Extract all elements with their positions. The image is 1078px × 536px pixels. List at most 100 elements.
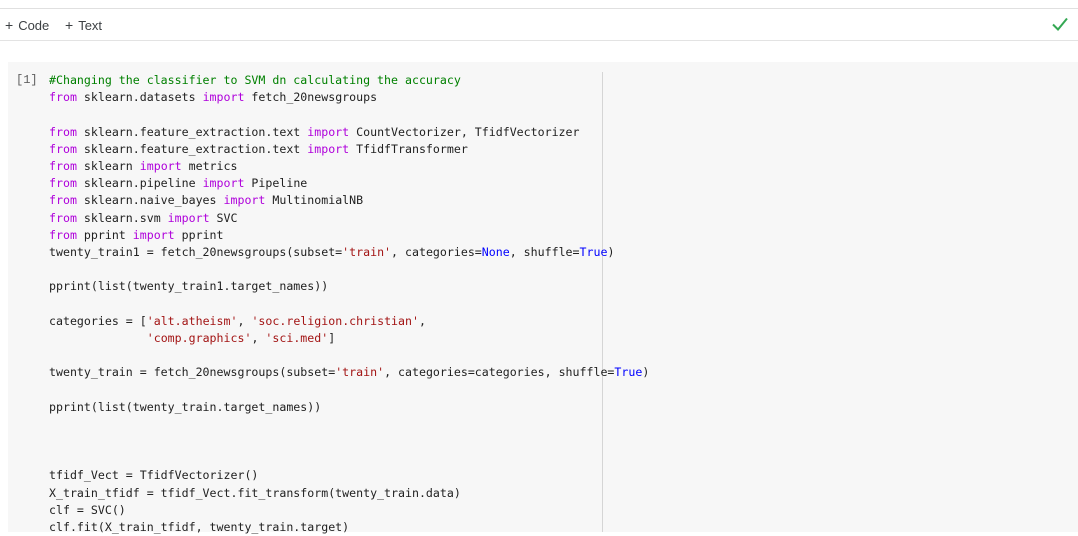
code-keyword: import: [223, 193, 266, 208]
code-keyword: from: [49, 176, 77, 191]
add-code-button[interactable]: + Code: [5, 15, 49, 35]
code-token: , categories=: [391, 244, 482, 259]
code-string: 'alt.atheism': [146, 313, 238, 328]
code-line: from pprint import pprint: [49, 227, 649, 244]
code-keyword: import: [202, 90, 245, 105]
code-token: MultinomialNB: [265, 193, 364, 208]
top-strip: [0, 0, 1078, 9]
code-token: tfidf_Vect = TfidfVectorizer(): [49, 468, 259, 483]
code-cell[interactable]: [1] #Changing the classifier to SVM dn c…: [8, 62, 1078, 534]
code-keyword: import: [132, 227, 175, 242]
code-line: from sklearn import metrics: [49, 158, 649, 175]
code-line: from sklearn.svm import SVC: [49, 210, 649, 227]
code-token: pprint(list(twenty_train1.target_names)): [49, 279, 329, 294]
code-string: 'train': [335, 365, 385, 380]
code-token: X_train_tfidf = tfidf_Vect.fit_transform…: [49, 485, 461, 500]
code-line: twenty_train1 = fetch_20newsgroups(subse…: [49, 244, 649, 261]
code-line: X_train_tfidf = tfidf_Vect.fit_transform…: [49, 485, 649, 502]
code-builtin: None: [481, 244, 510, 259]
code-token: pprint: [174, 227, 224, 242]
code-keyword: import: [307, 141, 350, 156]
code-token: fetch_20newsgroups: [244, 90, 378, 105]
code-keyword: import: [307, 124, 350, 139]
code-line: from sklearn.pipeline import Pipeline: [49, 175, 649, 192]
add-code-label: Code: [18, 17, 50, 33]
code-token: Pipeline: [244, 176, 308, 191]
code-token: ]: [328, 330, 336, 345]
code-line: clf = SVC(): [49, 502, 649, 519]
plus-icon: +: [5, 17, 14, 33]
code-token: ): [642, 365, 650, 380]
code-line: categories = ['alt.atheism', 'soc.religi…: [49, 313, 649, 330]
code-keyword: from: [49, 227, 77, 242]
code-token: clf.fit(X_train_tfidf, twenty_train.targ…: [49, 519, 350, 534]
code-line: pprint(list(twenty_train1.target_names)): [49, 278, 649, 295]
code-line: pprint(list(twenty_train.target_names)): [49, 399, 649, 416]
code-token: sklearn.feature_extraction.text: [76, 124, 308, 139]
code-line: from sklearn.naive_bayes import Multinom…: [49, 192, 649, 209]
code-editor[interactable]: #Changing the classifier to SVM dn calcu…: [49, 72, 649, 536]
code-token: categories = [: [49, 313, 147, 328]
add-text-button[interactable]: + Text: [65, 15, 102, 35]
code-keyword: from: [49, 210, 77, 225]
code-token: sklearn.pipeline: [76, 176, 203, 191]
code-token: metrics: [181, 158, 238, 173]
code-builtin: True: [614, 365, 643, 380]
code-token: ): [607, 244, 615, 259]
code-keyword: from: [49, 193, 77, 208]
code-string: 'train': [342, 244, 392, 259]
code-token: sklearn.feature_extraction.text: [76, 141, 308, 156]
code-token: sklearn.svm: [76, 210, 168, 225]
code-token: , categories=categories, shuffle=: [384, 365, 615, 380]
code-token: ,: [251, 330, 266, 345]
code-line: twenty_train = fetch_20newsgroups(subset…: [49, 364, 649, 381]
code-line: tfidf_Vect = TfidfVectorizer(): [49, 467, 649, 484]
code-token: TfidfTransformer: [349, 141, 468, 156]
code-token: sklearn: [76, 158, 140, 173]
code-string: 'soc.religion.christian': [251, 313, 419, 328]
code-line: 'comp.graphics', 'sci.med']: [49, 330, 649, 347]
code-string: 'sci.med': [265, 330, 329, 345]
code-token: sklearn.naive_bayes: [76, 193, 224, 208]
code-token: CountVectorizer, TfidfVectorizer: [349, 124, 580, 139]
code-keyword: import: [202, 176, 245, 191]
code-token: pprint: [76, 227, 133, 242]
code-token: twenty_train = fetch_20newsgroups(subset…: [49, 365, 336, 380]
add-text-label: Text: [78, 17, 103, 33]
code-token: ,: [418, 313, 426, 328]
code-token: twenty_train1 = fetch_20newsgroups(subse…: [49, 244, 343, 259]
code-token: , shuffle=: [509, 244, 580, 259]
code-token: ,: [237, 313, 252, 328]
code-line: from sklearn.feature_extraction.text imp…: [49, 124, 649, 141]
code-builtin: True: [579, 244, 608, 259]
code-comment: #Changing the classifier to SVM dn calcu…: [49, 73, 461, 87]
plus-icon: +: [65, 17, 74, 33]
notebook-toolbar: + Code + Text: [0, 9, 1078, 41]
code-line: from sklearn.feature_extraction.text imp…: [49, 141, 649, 158]
code-keyword: from: [49, 141, 77, 156]
code-keyword: from: [49, 90, 77, 105]
code-token: sklearn.datasets: [76, 90, 203, 105]
code-line: #Changing the classifier to SVM dn calcu…: [49, 72, 649, 89]
code-keyword: from: [49, 158, 77, 173]
code-token: clf = SVC(): [49, 502, 126, 517]
code-line: clf.fit(X_train_tfidf, twenty_train.targ…: [49, 519, 649, 536]
code-token: pprint(list(twenty_train.target_names)): [49, 399, 322, 414]
code-line: from sklearn.datasets import fetch_20new…: [49, 89, 649, 106]
code-keyword: import: [139, 158, 182, 173]
code-token: SVC: [209, 210, 238, 225]
connected-check-icon[interactable]: [1050, 14, 1070, 34]
code-string: 'comp.graphics': [146, 330, 252, 345]
code-keyword: from: [49, 124, 77, 139]
code-keyword: import: [167, 210, 210, 225]
execution-count[interactable]: [1]: [16, 73, 38, 87]
